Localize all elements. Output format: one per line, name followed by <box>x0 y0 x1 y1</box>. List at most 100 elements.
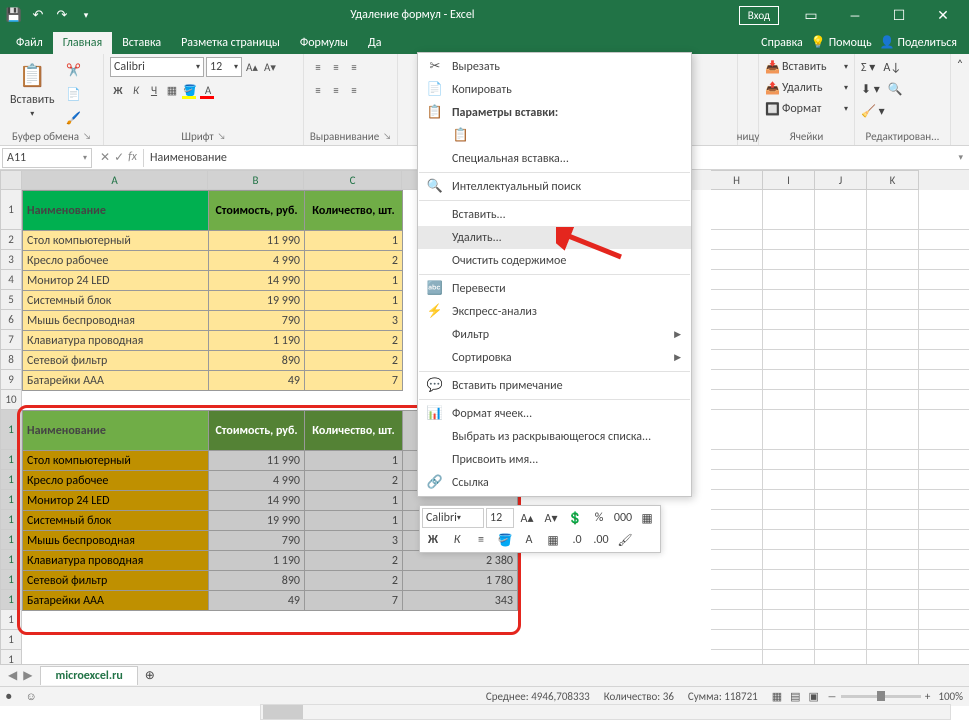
table-cell[interactable]: Мышь беспроводная <box>23 531 209 551</box>
table-cell[interactable]: 2 <box>305 331 403 351</box>
table-header-cell[interactable]: Стоимость, руб. <box>209 191 305 231</box>
align-dialog-icon[interactable]: ↘ <box>383 131 391 142</box>
copy-icon[interactable]: 📄 <box>63 83 85 105</box>
table-cell[interactable]: 2 <box>305 471 403 491</box>
table-cell[interactable]: 3 <box>305 311 403 331</box>
col-header[interactable]: J <box>815 170 867 190</box>
row-header[interactable]: 1 <box>0 610 22 630</box>
table-cell[interactable]: 890 <box>209 351 305 371</box>
view-break-icon[interactable]: ▣ <box>809 690 819 703</box>
tab-file[interactable]: Файл <box>6 32 53 54</box>
close-icon[interactable]: ✕ <box>921 0 965 30</box>
clear-button[interactable]: 🧹 ▾ <box>861 101 944 121</box>
new-sheet-button[interactable]: ⊕ <box>138 668 162 683</box>
zoom-slider[interactable]: ― + <box>827 690 930 703</box>
select-all-corner[interactable] <box>0 170 22 190</box>
row-header[interactable]: 8 <box>0 350 22 370</box>
cells-insert-button[interactable]: 📥 Вставить ▾ <box>765 57 848 77</box>
col-header[interactable]: K <box>867 170 919 190</box>
tab-home[interactable]: Главная <box>53 32 112 54</box>
table-cell[interactable]: 2 <box>305 571 403 591</box>
table-cell[interactable]: 2 <box>305 351 403 371</box>
ctx-link[interactable]: 🔗Ссылка <box>418 471 691 494</box>
table-cell[interactable]: 790 <box>209 531 305 551</box>
ctx-clear[interactable]: Очистить содержимое <box>418 249 691 272</box>
mini-font-select[interactable]: Calibri ▾ <box>422 508 484 528</box>
align-right-icon[interactable]: ≡ <box>346 82 362 98</box>
tab-layout[interactable]: Разметка страницы <box>171 32 290 54</box>
table-cell[interactable]: 790 <box>209 311 305 331</box>
clipboard-dialog-icon[interactable]: ↘ <box>83 131 91 142</box>
table-cell[interactable]: 7 <box>305 371 403 391</box>
col-header[interactable]: A <box>22 170 208 190</box>
border-icon[interactable]: ▦ <box>164 82 180 98</box>
table-cell[interactable]: 1 190 <box>209 551 305 571</box>
table-cell[interactable]: 1 <box>305 291 403 311</box>
mini-condformat-icon[interactable]: ▦ <box>636 508 658 528</box>
view-normal-icon[interactable]: ▦ <box>772 690 782 703</box>
table-cell[interactable]: 4 990 <box>209 251 305 271</box>
cancel-formula-icon[interactable]: ✕ <box>100 150 110 165</box>
sheet-tab[interactable]: microexcel.ru <box>40 666 137 685</box>
tab-insert[interactable]: Вставка <box>112 32 171 54</box>
table-cell[interactable]: Мышь беспроводная <box>23 311 209 331</box>
autosum-button[interactable]: Σ ▾ A↓ <box>861 57 944 77</box>
accessibility-icon[interactable]: ☺ <box>26 690 37 703</box>
row-header[interactable]: 1 <box>0 570 22 590</box>
font-color-icon[interactable]: A <box>200 82 216 98</box>
table-cell[interactable]: Монитор 24 LED <box>23 271 209 291</box>
table-cell[interactable]: 1 <box>305 511 403 531</box>
ctx-format-cells[interactable]: 📊Формат ячеек... <box>418 402 691 425</box>
ribbon-options-icon[interactable]: ▭ <box>789 0 833 30</box>
row-header[interactable]: 1 <box>0 550 22 570</box>
row-header[interactable]: 5 <box>0 290 22 310</box>
table-cell[interactable]: Кресло рабочее <box>23 251 209 271</box>
cells-delete-button[interactable]: 📤 Удалить ▾ <box>765 78 848 98</box>
redo-icon[interactable]: ↷ <box>52 5 72 25</box>
row-header[interactable]: 1 <box>0 450 22 470</box>
row-header[interactable]: 1 <box>0 490 22 510</box>
table-cell[interactable]: 19 990 <box>209 511 305 531</box>
table-cell[interactable]: 343 <box>403 591 518 611</box>
mini-dec-dec-icon[interactable]: .00 <box>590 530 612 550</box>
shrink-font-icon[interactable]: A▾ <box>262 59 278 75</box>
share-button[interactable]: 👤 Поделиться <box>880 35 957 50</box>
table-cell[interactable]: Батарейки AAA <box>23 371 209 391</box>
ctx-delete[interactable]: Удалить... <box>418 226 691 249</box>
table-cell[interactable]: 11 990 <box>209 451 305 471</box>
row-header[interactable]: 1 <box>0 650 22 664</box>
table-cell[interactable]: 4 990 <box>209 471 305 491</box>
underline-button[interactable]: Ч <box>146 82 162 98</box>
table-cell[interactable]: 11 990 <box>209 231 305 251</box>
mini-fontcolor-icon[interactable]: A <box>518 530 540 550</box>
row-header[interactable]: 1 <box>0 410 22 450</box>
ctx-define-name[interactable]: Присвоить имя... <box>418 448 691 471</box>
table-cell[interactable]: 1 780 <box>403 571 518 591</box>
row-header[interactable]: 1 <box>0 190 22 230</box>
table-cell[interactable]: 14 990 <box>209 271 305 291</box>
ctx-insert[interactable]: Вставить... <box>418 203 691 226</box>
font-size-select[interactable]: 12▾ <box>206 57 242 77</box>
table-cell[interactable]: 49 <box>209 371 305 391</box>
signin-button[interactable]: Вход <box>739 6 779 25</box>
save-icon[interactable]: 💾 <box>4 5 24 25</box>
name-box[interactable]: A11▾ <box>2 148 92 168</box>
table-cell[interactable]: Сетевой фильтр <box>23 571 209 591</box>
table-header-cell[interactable]: Стоимость, руб. <box>209 411 305 451</box>
mini-fill-icon[interactable]: 🪣 <box>494 530 516 550</box>
row-header[interactable]: 2 <box>0 230 22 250</box>
ctx-comment[interactable]: 💬Вставить примечание <box>418 374 691 397</box>
mini-shrink-icon[interactable]: A▾ <box>540 508 562 528</box>
maximize-icon[interactable]: ☐ <box>877 0 921 30</box>
grow-font-icon[interactable]: A▴ <box>244 59 260 75</box>
zoom-level[interactable]: 100% <box>938 690 963 703</box>
horizontal-scrollbar[interactable] <box>260 704 951 720</box>
expand-formula-icon[interactable]: ▾ <box>952 152 969 163</box>
table-cell[interactable]: 890 <box>209 571 305 591</box>
table-cell[interactable]: Клавиатура проводная <box>23 551 209 571</box>
table-cell[interactable]: 1 190 <box>209 331 305 351</box>
table-cell[interactable]: Монитор 24 LED <box>23 491 209 511</box>
qat-dropdown-icon[interactable]: ▾ <box>76 5 96 25</box>
tab-help[interactable]: Справка <box>761 35 803 50</box>
table-cell[interactable]: 49 <box>209 591 305 611</box>
